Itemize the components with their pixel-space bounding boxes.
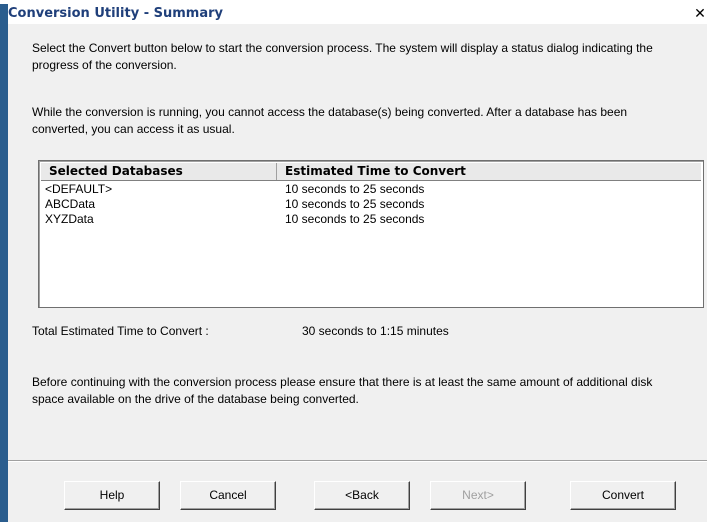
button-separator [8, 460, 707, 462]
list-item[interactable]: <DEFAULT> 10 seconds to 25 seconds [41, 182, 701, 197]
selected-databases-list[interactable]: Selected Databases Estimated Time to Con… [38, 160, 704, 308]
database-name: <DEFAULT> [45, 182, 113, 196]
convert-button[interactable]: Convert [570, 481, 676, 510]
list-header: Selected Databases Estimated Time to Con… [41, 163, 701, 181]
dialog-window: Conversion Utility - Summary ✕ Select th… [0, 4, 707, 522]
help-button[interactable]: Help [64, 481, 160, 510]
title-bar[interactable]: Conversion Utility - Summary ✕ [8, 4, 707, 24]
database-name: XYZData [45, 212, 94, 226]
cancel-button[interactable]: Cancel [180, 481, 276, 510]
column-header-selected-databases[interactable]: Selected Databases [41, 163, 277, 180]
intro-paragraph-1: Select the Convert button below to start… [32, 41, 653, 72]
list-item[interactable]: ABCData 10 seconds to 25 seconds [41, 197, 701, 212]
disk-space-notice: Before continuing with the conversion pr… [32, 375, 653, 406]
window-title: Conversion Utility - Summary [8, 6, 223, 21]
list-rows: <DEFAULT> 10 seconds to 25 seconds ABCDa… [41, 182, 701, 227]
estimated-time: 10 seconds to 25 seconds [285, 182, 425, 196]
next-button[interactable]: Next> [430, 481, 526, 510]
back-button[interactable]: <Back [314, 481, 410, 510]
database-name: ABCData [45, 197, 96, 211]
list-item[interactable]: XYZData 10 seconds to 25 seconds [41, 212, 701, 227]
total-time-label: Total Estimated Time to Convert : [32, 324, 209, 338]
estimated-time: 10 seconds to 25 seconds [285, 212, 425, 226]
close-icon[interactable]: ✕ [693, 6, 707, 22]
intro-paragraph-2: While the conversion is running, you can… [32, 105, 628, 136]
column-header-estimated-time[interactable]: Estimated Time to Convert [277, 163, 701, 180]
estimated-time: 10 seconds to 25 seconds [285, 197, 425, 211]
total-time-value: 30 seconds to 1:15 minutes [302, 324, 449, 338]
